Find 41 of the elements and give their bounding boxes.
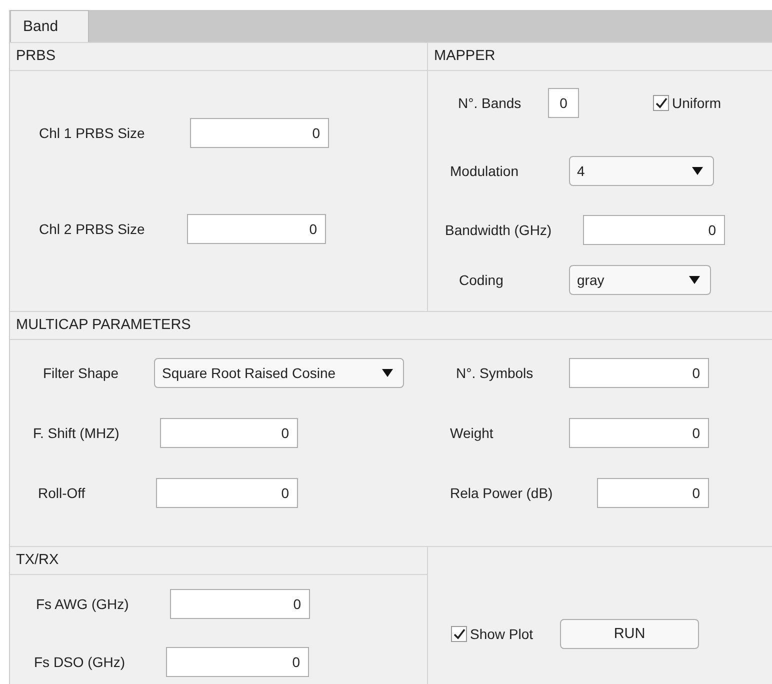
field-label: Filter Shape [43, 365, 120, 381]
dropdown[interactable]: 4 [569, 156, 714, 186]
dropdown[interactable]: Square Root Raised Cosine [154, 358, 404, 388]
input-field[interactable]: 0 [170, 589, 310, 619]
check-icon [654, 97, 668, 109]
field-label: N°. Symbols [456, 365, 534, 381]
field-label: Coding [459, 272, 504, 288]
panel-title: MULTICAP PARAMETERS [10, 312, 772, 340]
field-label: Roll-Off [38, 485, 86, 501]
panel-title: TX/RX [10, 547, 427, 575]
dropdown[interactable]: gray [569, 265, 711, 295]
input-field[interactable]: 0 [187, 214, 326, 244]
input-field[interactable]: 0 [569, 358, 709, 388]
field-label: F. Shift (MHZ) [33, 425, 120, 441]
input-field[interactable]: 0 [569, 418, 709, 448]
field-label: Fs DSO (GHz) [34, 654, 126, 670]
input-field[interactable]: 0 [156, 478, 298, 508]
input-field[interactable]: 0 [583, 215, 725, 245]
field-label: Chl 1 PRBS Size [39, 125, 146, 141]
check-icon [452, 628, 466, 640]
field-label: Bandwidth (GHz) [445, 222, 553, 238]
field-label: Chl 2 PRBS Size [39, 221, 146, 237]
panel-title: MAPPER [428, 43, 772, 71]
checkbox[interactable]: Uniform [653, 95, 722, 111]
panel-title: PRBS [10, 43, 427, 71]
field-label: Fs AWG (GHz) [36, 596, 130, 612]
input-field[interactable]: 0 [548, 88, 579, 118]
run-button[interactable]: RUN [560, 619, 700, 649]
field-label: Rela Power (dB) [450, 485, 554, 501]
field-label: N°. Bands [458, 95, 522, 111]
caret-icon [382, 369, 393, 377]
tab[interactable]: Band [10, 10, 89, 42]
checkbox[interactable]: Show Plot [451, 626, 534, 642]
caret-icon [692, 167, 703, 175]
input-field[interactable]: 0 [160, 418, 298, 448]
caret-icon [689, 276, 700, 284]
field-label: Modulation [450, 163, 520, 179]
field-label: Weight [450, 425, 494, 441]
input-field[interactable]: 0 [597, 478, 709, 508]
input-field[interactable]: 0 [166, 647, 309, 677]
input-field[interactable]: 0 [190, 118, 329, 148]
